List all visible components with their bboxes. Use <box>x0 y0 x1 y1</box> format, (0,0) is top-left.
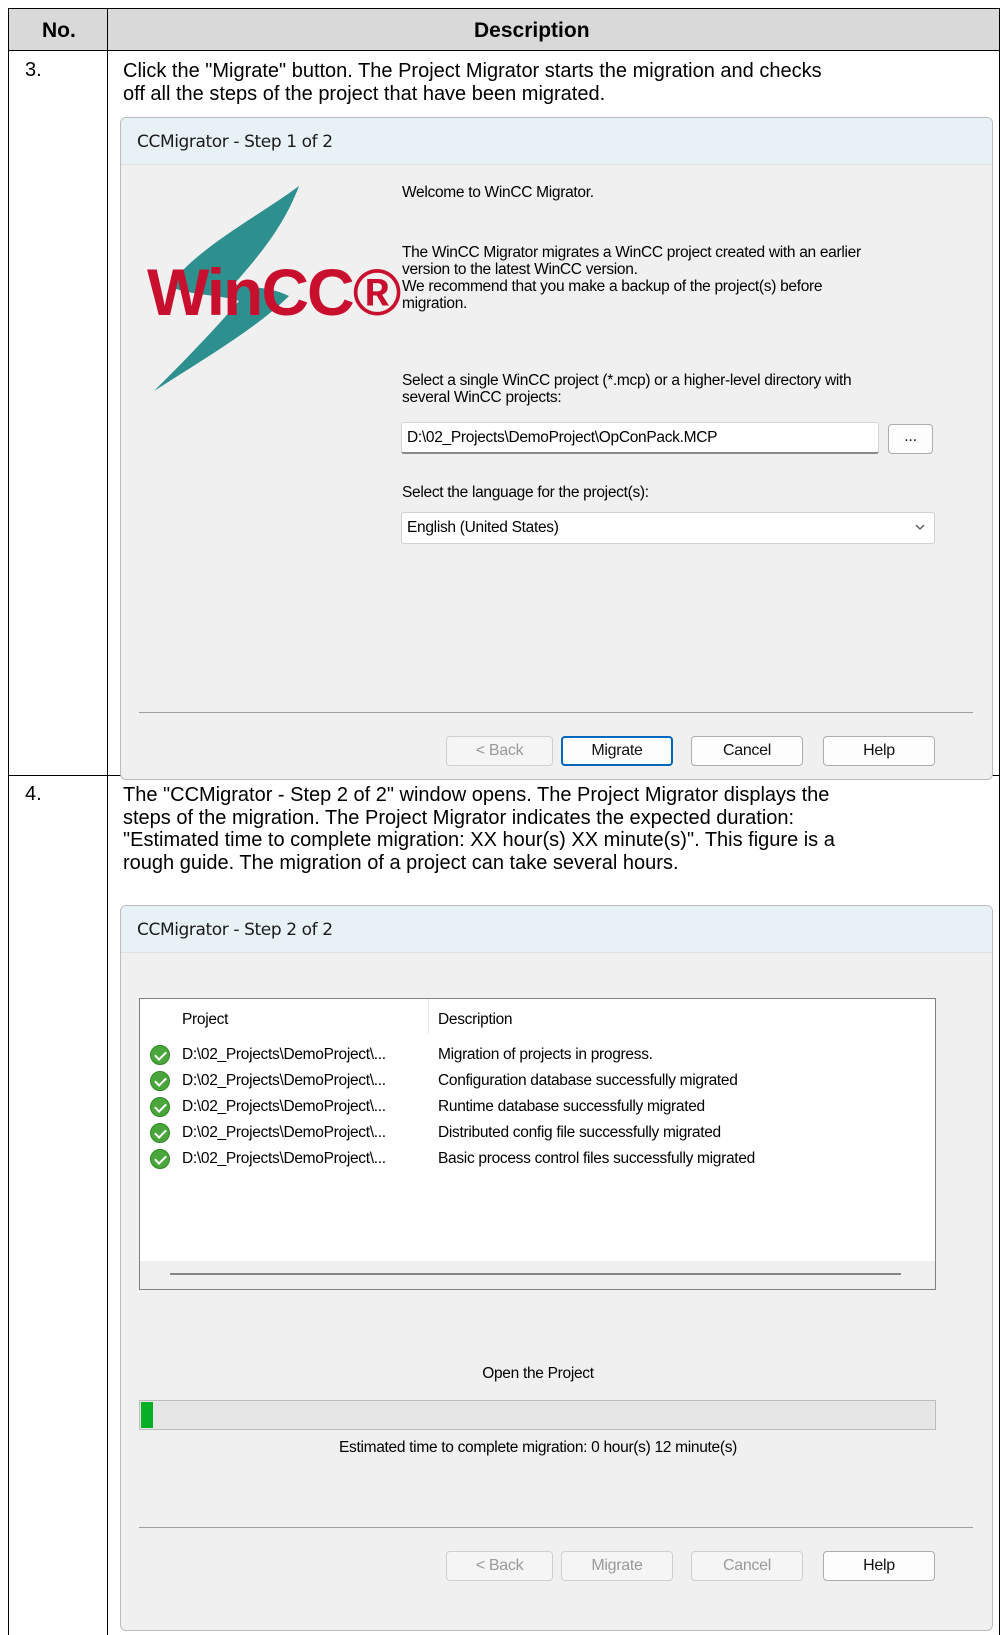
row-description: Configuration database successfully migr… <box>438 1072 738 1089</box>
language-value: English (United States) <box>407 519 559 536</box>
select-project-label: Select a single WinCC project (*.mcp) or… <box>402 372 852 406</box>
dialog-title: CCMigrator - Step 2 of 2 <box>137 920 333 940</box>
column-header-description[interactable]: Description <box>438 1011 513 1029</box>
button-separator <box>139 1527 973 1528</box>
project-path-value: D:\02_Projects\DemoProject\OpConPack.MCP <box>407 429 718 446</box>
intro-line: version to the latest WinCC version. <box>402 261 638 278</box>
select-project-line: Select a single WinCC project (*.mcp) or… <box>402 372 852 389</box>
step-description-line: "Estimated time to complete migration: X… <box>123 829 835 851</box>
estimate-text: Estimated time to complete migration: 0 … <box>338 1439 738 1456</box>
row-description: Basic process control files successfully… <box>438 1150 755 1167</box>
migration-steps-list[interactable]: Project Description D:\02_Projects\DemoP… <box>139 998 936 1290</box>
step-description-line: steps of the migration. The Project Migr… <box>123 806 795 829</box>
step-description-line: rough guide. The migration of a project … <box>123 851 679 874</box>
select-project-line: several WinCC projects: <box>402 389 562 406</box>
language-label: Select the language for the project(s): <box>402 484 649 501</box>
column-header-description: Description <box>474 19 590 42</box>
dialog-title-bar: CCMigrator - Step 2 of 2 <box>121 906 992 953</box>
list-item[interactable]: D:\02_Projects\DemoProject\... Migration… <box>140 1043 935 1069</box>
welcome-text: Welcome to WinCC Migrator. <box>402 184 594 201</box>
check-icon <box>150 1123 170 1143</box>
progress-fill <box>141 1402 153 1428</box>
wincc-logo-text: WinCC® <box>147 255 401 329</box>
intro-line: The WinCC Migrator migrates a WinCC proj… <box>402 244 861 261</box>
intro-text: The WinCC Migrator migrates a WinCC proj… <box>402 244 861 312</box>
table-border-right <box>999 8 1000 1635</box>
table-header-divider <box>8 50 1000 51</box>
step-description-line: The "CCMigrator - Step 2 of 2" window op… <box>123 784 830 806</box>
dialog-title-bar: CCMigrator - Step 1 of 2 <box>121 118 992 165</box>
step-number: 3. <box>25 59 42 81</box>
row-description: Migration of projects in progress. <box>438 1046 653 1063</box>
row-description: Distributed config file successfully mig… <box>438 1124 721 1141</box>
step-description-line: off all the steps of the project that ha… <box>123 82 606 105</box>
row-project: D:\02_Projects\DemoProject\... <box>182 1124 386 1141</box>
language-select[interactable]: English (United States) <box>401 512 935 544</box>
migration-progress-bar <box>139 1400 936 1430</box>
step-number: 4. <box>25 783 42 805</box>
column-divider <box>428 999 429 1033</box>
check-icon <box>150 1071 170 1091</box>
check-icon <box>150 1045 170 1065</box>
table-border-top <box>8 8 1000 9</box>
dialog-title: CCMigrator - Step 1 of 2 <box>137 132 333 152</box>
row-project: D:\02_Projects\DemoProject\... <box>182 1150 386 1167</box>
cancel-button[interactable]: Cancel <box>691 1551 803 1581</box>
migrate-button[interactable]: Migrate <box>561 736 673 766</box>
intro-line: We recommend that you make a backup of t… <box>402 278 823 295</box>
help-button[interactable]: Help <box>823 1551 935 1581</box>
step-description: The "CCMigrator - Step 2 of 2" window op… <box>123 784 983 874</box>
back-button[interactable]: < Back <box>446 1551 553 1581</box>
horizontal-scrollbar[interactable] <box>140 1261 935 1289</box>
intro-line: migration. <box>402 295 468 312</box>
scrollbar-thumb[interactable] <box>170 1273 901 1275</box>
back-button[interactable]: < Back <box>446 736 553 766</box>
project-path-field[interactable]: D:\02_Projects\DemoProject\OpConPack.MCP <box>401 422 879 454</box>
check-icon <box>150 1097 170 1117</box>
row-project: D:\02_Projects\DemoProject\... <box>182 1046 386 1063</box>
step-description-line: Click the "Migrate" button. The Project … <box>123 60 822 82</box>
button-separator <box>139 712 973 713</box>
column-header-project[interactable]: Project <box>182 1011 228 1029</box>
table-border-left <box>8 8 9 1635</box>
cancel-button[interactable]: Cancel <box>691 736 803 766</box>
list-item[interactable]: D:\02_Projects\DemoProject\... Runtime d… <box>140 1095 935 1121</box>
status-text: Open the Project <box>482 1365 594 1382</box>
table-column-divider <box>107 8 108 1635</box>
check-icon <box>150 1149 170 1169</box>
help-button[interactable]: Help <box>823 736 935 766</box>
migrator-dialog-step1: CCMigrator - Step 1 of 2 WinCC® Welcome … <box>120 117 993 780</box>
list-item[interactable]: D:\02_Projects\DemoProject\... Basic pro… <box>140 1147 935 1173</box>
migrator-dialog-step2: CCMigrator - Step 2 of 2 Project Descrip… <box>120 905 993 1631</box>
browse-button[interactable]: ... <box>888 424 933 454</box>
list-item[interactable]: D:\02_Projects\DemoProject\... Configura… <box>140 1069 935 1095</box>
row-project: D:\02_Projects\DemoProject\... <box>182 1098 386 1115</box>
chevron-down-icon <box>914 520 926 538</box>
row-description: Runtime database successfully migrated <box>438 1098 705 1115</box>
list-item[interactable]: D:\02_Projects\DemoProject\... Distribut… <box>140 1121 935 1147</box>
migrate-button[interactable]: Migrate <box>561 1551 673 1581</box>
row-project: D:\02_Projects\DemoProject\... <box>182 1072 386 1089</box>
step-description: Click the "Migrate" button. The Project … <box>123 60 983 105</box>
wincc-logo: WinCC® <box>139 176 401 396</box>
column-header-no: No. <box>42 19 76 42</box>
